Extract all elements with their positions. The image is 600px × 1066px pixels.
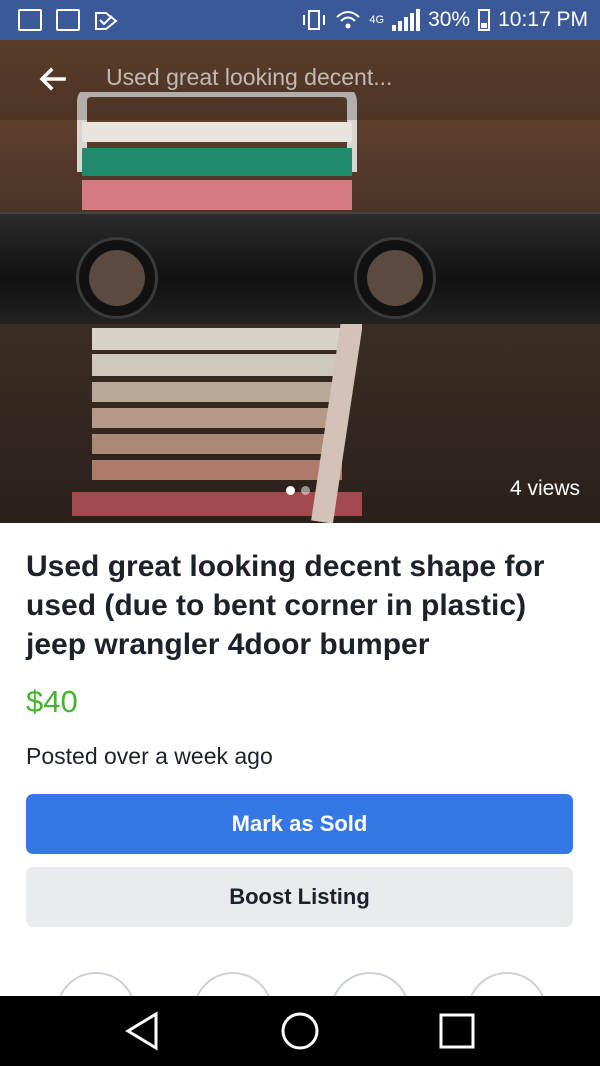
- circle-home-icon[interactable]: [277, 1008, 323, 1054]
- header-title: Used great looking decent...: [106, 64, 393, 90]
- triangle-back-icon[interactable]: [120, 1008, 166, 1054]
- listing-title: Used great looking decent shape for used…: [26, 550, 545, 661]
- network-type: 4G: [369, 14, 385, 26]
- photo-pager-dots: [286, 486, 310, 495]
- system-status: 4G 30% 10:17 PM: [301, 8, 600, 32]
- battery-percent: 30%: [428, 8, 471, 31]
- wifi-icon: [336, 11, 361, 29]
- news-notification-icon: [56, 9, 80, 31]
- view-count: 4 views: [509, 477, 580, 500]
- pager-dot: [301, 486, 310, 495]
- bumper-fog-light-opening-right: [354, 237, 436, 319]
- clock: 10:17 PM: [498, 8, 588, 31]
- action-circle-button[interactable]: [330, 972, 410, 996]
- status-bar: 4G 30% 10:17 PM: [0, 0, 600, 40]
- action-circle-button[interactable]: [56, 972, 136, 996]
- boost-listing-button[interactable]: Boost Listing: [26, 867, 573, 927]
- pager-dot-active: [286, 486, 295, 495]
- back-arrow-icon[interactable]: [38, 64, 68, 94]
- action-circle-button[interactable]: [193, 972, 273, 996]
- gallery-notification-icon: [18, 9, 42, 31]
- battery-icon: [478, 9, 491, 31]
- posted-time: Posted over a week ago: [26, 743, 273, 769]
- notification-icons: [0, 9, 118, 31]
- vibrate-icon: [303, 10, 326, 30]
- listing-photo[interactable]: Used great looking decent... 4 views: [0, 40, 600, 523]
- square-recents-icon[interactable]: [434, 1008, 480, 1054]
- system-nav-bar: [0, 996, 600, 1066]
- action-buttons-row: [0, 972, 600, 996]
- signal-icon: [392, 9, 421, 31]
- mark-as-sold-button[interactable]: Mark as Sold: [26, 794, 573, 854]
- listing-price: $40: [26, 684, 78, 719]
- action-circle-button[interactable]: [467, 972, 547, 996]
- bumper-fog-light-opening-left: [76, 237, 158, 319]
- check-notification-icon: [95, 12, 118, 30]
